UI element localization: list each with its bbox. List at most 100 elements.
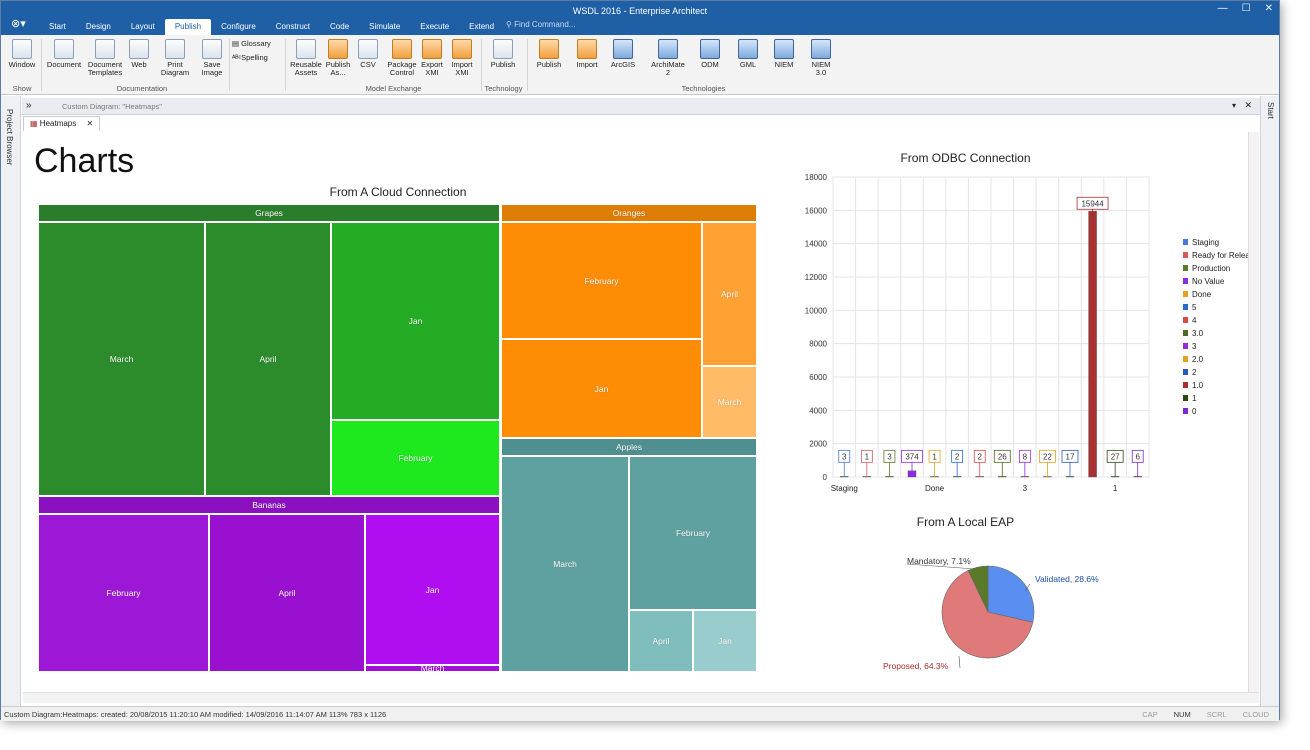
save-image-button[interactable]: Save Image <box>197 39 227 77</box>
tab-label: Heatmaps <box>39 119 77 128</box>
import-xmi-button[interactable]: Import XMI <box>449 39 475 77</box>
legend-label: 0 <box>1192 407 1197 416</box>
ribbon-button-label: NIEM 3.0 <box>811 60 831 77</box>
ribbon-button-label: Web <box>131 60 147 69</box>
tab-construct[interactable]: Construct <box>266 19 320 35</box>
ribbon-separator <box>229 39 230 91</box>
glossary-button[interactable]: ▤ Glossary <box>232 40 282 48</box>
tab-execute[interactable]: Execute <box>410 19 459 35</box>
legend-label: Ready for Release <box>1192 251 1253 260</box>
close-button[interactable]: ✕ <box>1265 3 1273 14</box>
niem3-icon <box>811 39 831 59</box>
package-control-button[interactable]: Package Control <box>387 39 417 77</box>
legend-swatch <box>1183 330 1188 336</box>
y-tick-label: 6000 <box>809 373 827 382</box>
tab-simulate[interactable]: Simulate <box>359 19 410 35</box>
data-label: 2 <box>955 452 960 461</box>
data-label: 1 <box>865 452 870 461</box>
web-button[interactable]: Web <box>127 39 151 69</box>
publish-as-icon <box>328 39 348 59</box>
publish-as-button[interactable]: Publish As... <box>323 39 353 77</box>
app-menu-button[interactable]: ⊗▾ <box>11 17 26 30</box>
ribbon-button-label: Export XMI <box>421 60 443 77</box>
reusable-assets-button[interactable]: Reusable Assets <box>289 39 323 77</box>
bar-chart: 0200040006000800010000120001400016000180… <box>805 173 1253 493</box>
tab-configure[interactable]: Configure <box>211 19 266 35</box>
treemap-cell: Jan <box>501 339 702 438</box>
niem-button[interactable]: NIEM <box>773 39 795 69</box>
ribbon-button-label: Window <box>8 60 36 69</box>
indicator-scrl: SCRL <box>1206 710 1227 719</box>
treemap-cell: April <box>209 514 365 672</box>
publish-button[interactable]: Publish <box>488 39 518 69</box>
archimate-2-button[interactable]: ArchiMate 2 <box>648 39 688 77</box>
tab-design[interactable]: Design <box>76 19 121 35</box>
legend-swatch <box>1183 291 1188 297</box>
dropdown-icon[interactable]: ▾ <box>1232 101 1236 110</box>
legend-label: No Value <box>1192 277 1225 286</box>
vertical-scrollbar[interactable] <box>1248 132 1259 692</box>
csv-button[interactable]: CSV <box>357 39 379 69</box>
ribbon-button-label: Glossary <box>241 39 271 48</box>
page-title: Charts <box>34 142 135 180</box>
horizontal-scrollbar[interactable] <box>23 692 1259 703</box>
publish-technology-icon <box>493 39 513 59</box>
tab-heatmaps[interactable]: ▦ Heatmaps ✕ <box>23 116 101 131</box>
y-tick-label: 4000 <box>809 406 827 415</box>
project-browser-tab[interactable]: Project Browser <box>5 109 14 165</box>
diagram-canvas[interactable]: Charts From A Cloud Connection Grapes Mar… <box>23 132 1259 692</box>
legend-label: Done <box>1192 290 1212 299</box>
tab-layout[interactable]: Layout <box>121 19 165 35</box>
arcgis-button[interactable]: ArcGIS <box>609 39 637 69</box>
save-image-icon <box>202 39 222 59</box>
y-tick-label: 10000 <box>805 306 828 315</box>
indicator-cap: CAP <box>1142 710 1158 719</box>
niem-3-0-button[interactable]: NIEM 3.0 <box>809 39 833 77</box>
maximize-button[interactable]: ☐ <box>1242 3 1251 14</box>
pie-chart: Validated, 28.6% Proposed, 64.3% Mandatory… <box>883 556 1099 671</box>
legend-label: Production <box>1192 264 1230 273</box>
close-tab-icon[interactable]: ✕ <box>87 119 94 128</box>
gml-icon <box>738 39 758 59</box>
odm-button[interactable]: ODM <box>699 39 721 69</box>
print-diagram-button[interactable]: Print Diagram <box>159 39 191 77</box>
treemap-cell: February <box>331 420 500 496</box>
y-tick-label: 12000 <box>805 273 828 282</box>
treemap-group-header: Apples <box>501 438 757 456</box>
legend-swatch <box>1183 382 1188 388</box>
document-icon <box>54 39 74 59</box>
tab-publish[interactable]: Publish <box>164 19 212 35</box>
archimate-icon <box>658 39 678 59</box>
document-templates-button[interactable]: Document Templates <box>83 39 127 77</box>
ribbon-button-label: ArchiMate 2 <box>651 60 685 77</box>
tab-code[interactable]: Code <box>320 19 359 35</box>
tab-extend[interactable]: Extend <box>459 19 504 35</box>
indicator-num: NUM <box>1173 710 1191 719</box>
find-command-placeholder: Find Command... <box>514 20 576 29</box>
start-tab[interactable]: Start <box>1266 102 1275 119</box>
spelling-button[interactable]: ᴬᴮᶜSpelling <box>232 54 282 62</box>
treemap-cell: Jan <box>693 610 757 672</box>
minimize-button[interactable]: — <box>1218 3 1228 14</box>
close-panel-icon[interactable]: ✕ <box>1244 100 1252 111</box>
search-icon: ⚲ <box>506 20 515 29</box>
tab-start[interactable]: Start <box>39 19 76 35</box>
publish-button[interactable]: Publish <box>535 39 563 69</box>
document-caption-bar: » Custom Diagram: "Heatmaps" ▾ ✕ <box>22 98 1260 115</box>
y-tick-label: 14000 <box>805 240 828 249</box>
print-icon <box>165 39 185 59</box>
right-dock-strip <box>1260 96 1279 706</box>
legend-label: 2 <box>1192 368 1197 377</box>
treemap-cell: February <box>38 514 209 672</box>
expand-icon[interactable]: » <box>26 100 32 111</box>
status-bar: Custom Diagram:Heatmaps: created: 20/08/… <box>1 706 1279 721</box>
ribbon-button-label: CSV <box>360 60 376 69</box>
find-command-input[interactable]: ⚲ Find Command... <box>506 20 575 29</box>
document-button[interactable]: Document <box>45 39 83 69</box>
legend-label: 3.0 <box>1192 329 1204 338</box>
gml-button[interactable]: GML <box>737 39 759 69</box>
window-button[interactable]: Window <box>7 39 37 69</box>
export-xmi-button[interactable]: Export XMI <box>419 39 445 77</box>
import-button[interactable]: Import <box>571 39 603 69</box>
legend-label: 3 <box>1192 342 1197 351</box>
